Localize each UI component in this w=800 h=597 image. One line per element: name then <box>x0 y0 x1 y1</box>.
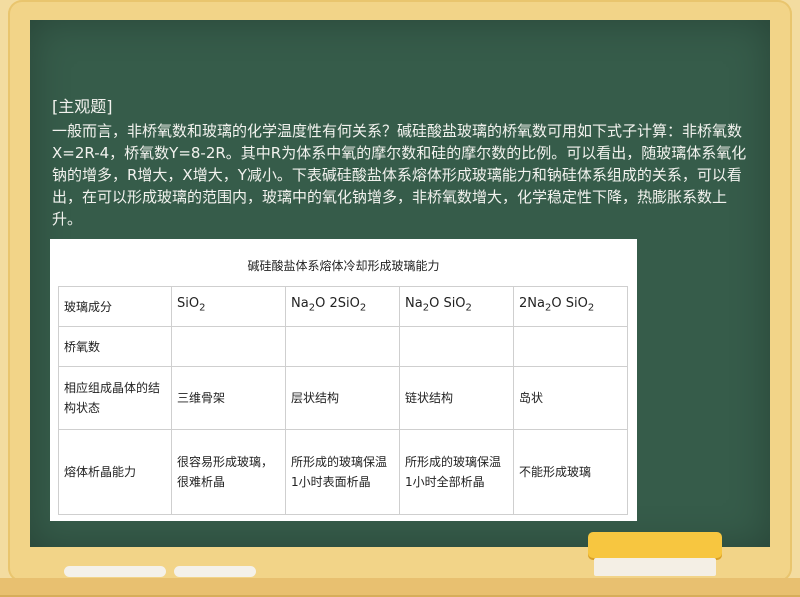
chalk-stick-icon <box>64 566 166 577</box>
eraser-icon <box>588 532 722 558</box>
table-title: 碱硅酸盐体系熔体冷却形成玻璃能力 <box>247 259 440 273</box>
glass-forming-table: 玻璃成分 SiO2 Na2O 2SiO2 Na2O SiO2 2Na2O SiO… <box>58 286 628 515</box>
table-row: 相应组成晶体的结构状态 三维骨架 层状结构 链状结构 岛状 <box>58 366 628 430</box>
table-cell: 所形成的玻璃保温1小时表面析晶 <box>285 429 400 515</box>
table-row: 桥氧数 <box>58 326 628 367</box>
row-label: 相应组成晶体的结构状态 <box>58 366 172 430</box>
table-row: 玻璃成分 SiO2 Na2O 2SiO2 Na2O SiO2 2Na2O SiO… <box>58 286 628 327</box>
chalk-stick-icon <box>174 566 256 577</box>
question-text: 一般而言，非桥氧数和玻璃的化学温度性有何关系？碱硅酸盐玻璃的桥氧数可用如下式子计… <box>52 122 747 228</box>
composition-cell: Na2O SiO2 <box>399 286 514 327</box>
row-label: 桥氧数 <box>58 326 172 367</box>
row-label: 玻璃成分 <box>58 286 172 327</box>
table-cell <box>513 326 628 367</box>
table-cell <box>285 326 400 367</box>
table-cell: 链状结构 <box>399 366 514 430</box>
table-cell: 所形成的玻璃保温1小时全部析晶 <box>399 429 514 515</box>
composition-cell: SiO2 <box>171 286 286 327</box>
row-label: 熔体析晶能力 <box>58 429 172 515</box>
table-cell <box>399 326 514 367</box>
chalk-ledge <box>0 578 800 597</box>
table-cell <box>171 326 286 367</box>
table-cell: 三维骨架 <box>171 366 286 430</box>
question-type-tag: [主观题] <box>52 97 113 116</box>
table-cell: 不能形成玻璃 <box>513 429 628 515</box>
composition-cell: Na2O 2SiO2 <box>285 286 400 327</box>
table-cell: 很容易形成玻璃，很难析晶 <box>171 429 286 515</box>
composition-cell: 2Na2O SiO2 <box>513 286 628 327</box>
table-row: 熔体析晶能力 很容易形成玻璃，很难析晶 所形成的玻璃保温1小时表面析晶 所形成的… <box>58 429 628 515</box>
eraser-felt <box>594 558 716 576</box>
table-cell: 层状结构 <box>285 366 400 430</box>
table-cell: 岛状 <box>513 366 628 430</box>
table-image: 碱硅酸盐体系熔体冷却形成玻璃能力 玻璃成分 SiO2 Na2O 2SiO2 Na… <box>50 239 637 521</box>
